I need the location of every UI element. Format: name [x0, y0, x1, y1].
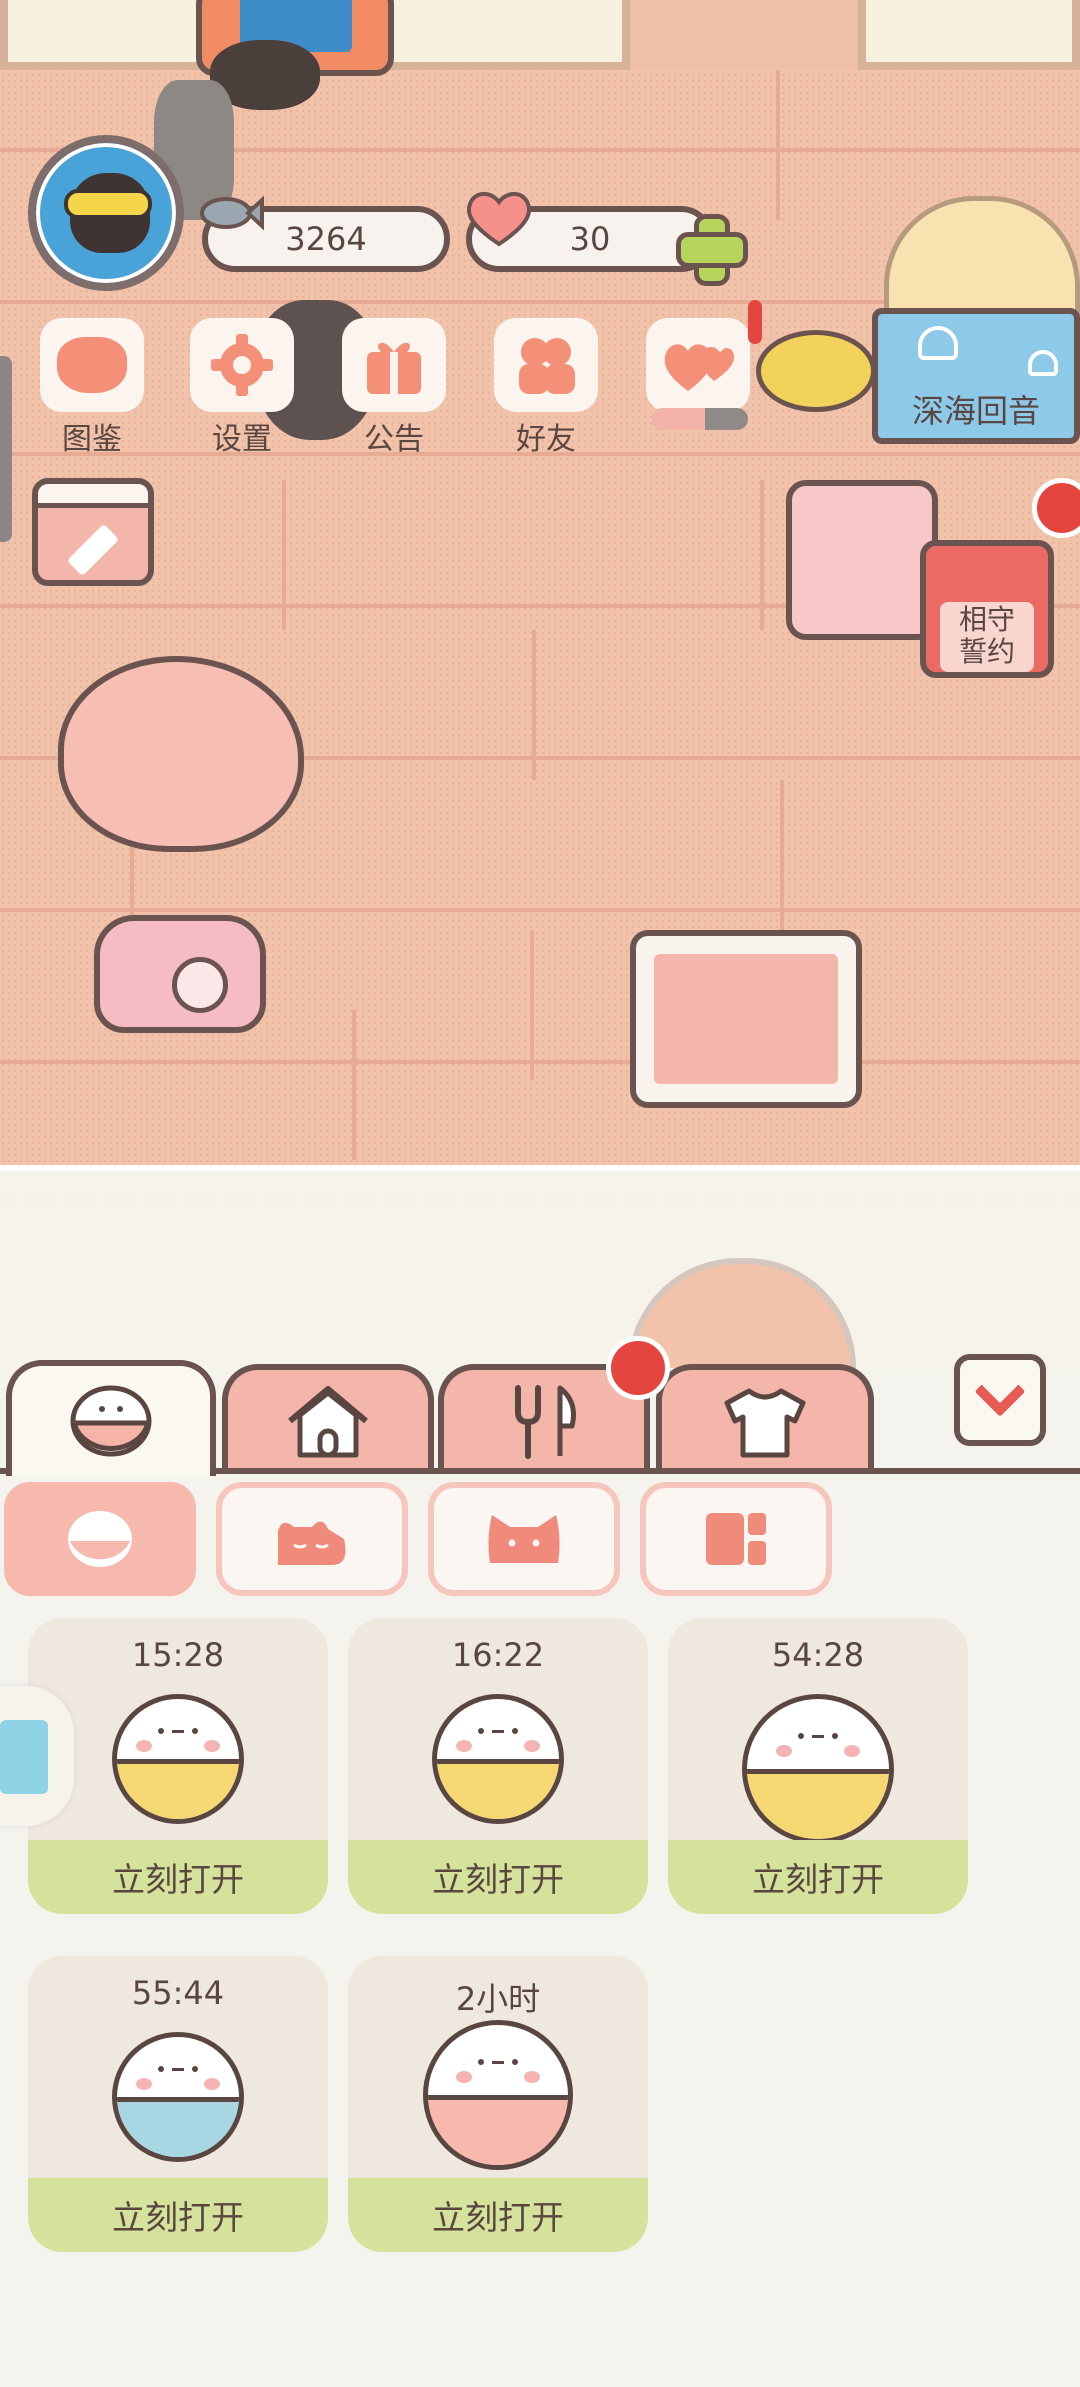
- egg-card[interactable]: 54:28 立刻打开: [668, 1618, 968, 1914]
- cushion-bed[interactable]: [786, 480, 938, 640]
- rug[interactable]: [630, 930, 862, 1108]
- open-now-button[interactable]: 立刻打开: [668, 1840, 968, 1914]
- left-edge-handle[interactable]: [0, 356, 12, 542]
- egg-timer: 16:22: [451, 1636, 545, 1674]
- add-heart-button[interactable]: [672, 210, 748, 286]
- cat-face-icon: [488, 1515, 560, 1563]
- event-banner-deep-sea[interactable]: 深海回音: [872, 308, 1080, 444]
- collapse-panel-button[interactable]: [954, 1354, 1046, 1446]
- sleeping-cat-icon: [278, 1521, 346, 1565]
- fish-currency-value: 3264: [285, 220, 367, 258]
- menu-friends[interactable]: 好友: [486, 318, 606, 458]
- egg-icon: [423, 2020, 573, 2170]
- pledge-notification-dot: [1032, 478, 1080, 538]
- cat-head-icon: [57, 337, 127, 393]
- window-right: [858, 0, 1080, 70]
- pledge-label: 相守 誓约: [958, 603, 1015, 668]
- subtab-sleeping-cat[interactable]: [216, 1482, 408, 1596]
- jellyfish-icon: [918, 326, 958, 360]
- fish-icon: [196, 188, 266, 238]
- egg-card[interactable]: 55:44 立刻打开: [28, 1956, 328, 2252]
- notification-exclamation-icon: [748, 300, 762, 344]
- egg-icon: [432, 1694, 564, 1824]
- egg-timer: 55:44: [131, 1974, 225, 2012]
- egg-icon: [70, 1385, 152, 1457]
- floor-seam: [780, 780, 784, 930]
- open-now-button[interactable]: 立刻打开: [348, 1840, 648, 1914]
- goggles-icon: [64, 189, 152, 219]
- floor-seam: [530, 930, 534, 1080]
- egg-icon: [112, 2032, 244, 2162]
- tab-home[interactable]: [222, 1364, 434, 1474]
- utensils-icon: [515, 1385, 576, 1459]
- tab-clothes[interactable]: [656, 1364, 874, 1474]
- friends-icon: [519, 338, 575, 394]
- bean-bag[interactable]: [58, 656, 304, 852]
- open-now-button[interactable]: 立刻打开: [28, 1840, 328, 1914]
- house-icon: [288, 1386, 368, 1458]
- heart-currency-value: 30: [569, 220, 611, 258]
- telephone[interactable]: [94, 915, 266, 1033]
- menu-settings-label: 设置: [212, 422, 272, 457]
- panel-icon: [706, 1513, 766, 1565]
- dotted-divider: [0, 1198, 1080, 1202]
- egg-outline-icon: [68, 1511, 132, 1567]
- egg-icon: [742, 1694, 894, 1844]
- hearts-icon: [664, 344, 734, 391]
- menu-notice-label: 公告: [364, 422, 424, 457]
- egg-card[interactable]: 2小时立刻打开: [348, 1956, 648, 2252]
- egg-card[interactable]: 16:22 立刻打开: [348, 1618, 648, 1914]
- open-now-button[interactable]: 立刻打开: [348, 2178, 648, 2252]
- shirt-icon: [724, 1388, 806, 1458]
- hearts-progress-bar: [652, 408, 748, 430]
- egg-timer: 15:28: [131, 1636, 225, 1674]
- open-now-button[interactable]: 立刻打开: [28, 2178, 328, 2252]
- pledge-button[interactable]: 相守 誓约: [920, 540, 1054, 678]
- menu-settings[interactable]: 设置: [182, 318, 302, 458]
- food-bowl[interactable]: [756, 330, 876, 412]
- egg-timer: 2小时: [455, 1980, 541, 2018]
- pencil-icon: [66, 523, 120, 577]
- player-avatar[interactable]: [28, 135, 184, 291]
- egg-timer: 54:28: [771, 1636, 865, 1674]
- chevron-down-icon: [974, 1366, 1026, 1417]
- menu-catalog-label: 图鉴: [62, 422, 122, 457]
- floor-seam: [776, 70, 780, 220]
- menu-friends-label: 好友: [516, 422, 576, 457]
- gift-icon: [367, 342, 421, 394]
- floor-seam: [282, 480, 286, 630]
- side-float-button[interactable]: [0, 1686, 74, 1826]
- floor-seam: [760, 480, 764, 630]
- tab-eggs[interactable]: [6, 1360, 216, 1476]
- floor-seam: [532, 630, 536, 780]
- game-room-scene[interactable]: 3264 30 图鉴 设置 公告 好友 深海回音 相守 誓约: [0, 0, 1080, 1165]
- panel-header-area: [0, 1165, 1080, 1370]
- floor-seam: [352, 1010, 356, 1160]
- menu-notice[interactable]: 公告: [334, 318, 454, 458]
- menu-catalog[interactable]: 图鉴: [32, 318, 152, 458]
- jellyfish-icon: [1028, 350, 1058, 376]
- egg-icon: [112, 1694, 244, 1824]
- heart-icon: [462, 186, 536, 250]
- subtab-cat-face[interactable]: [428, 1482, 620, 1596]
- food-tab-notification-dot: [606, 1336, 670, 1400]
- gear-icon: [211, 334, 273, 396]
- subtab-egg[interactable]: [4, 1482, 196, 1596]
- subtab-panel[interactable]: [640, 1482, 832, 1596]
- calendar-checkin-button[interactable]: [32, 478, 154, 586]
- event-banner-label: 深海回音: [911, 392, 1040, 430]
- menu-hearts[interactable]: [638, 318, 758, 412]
